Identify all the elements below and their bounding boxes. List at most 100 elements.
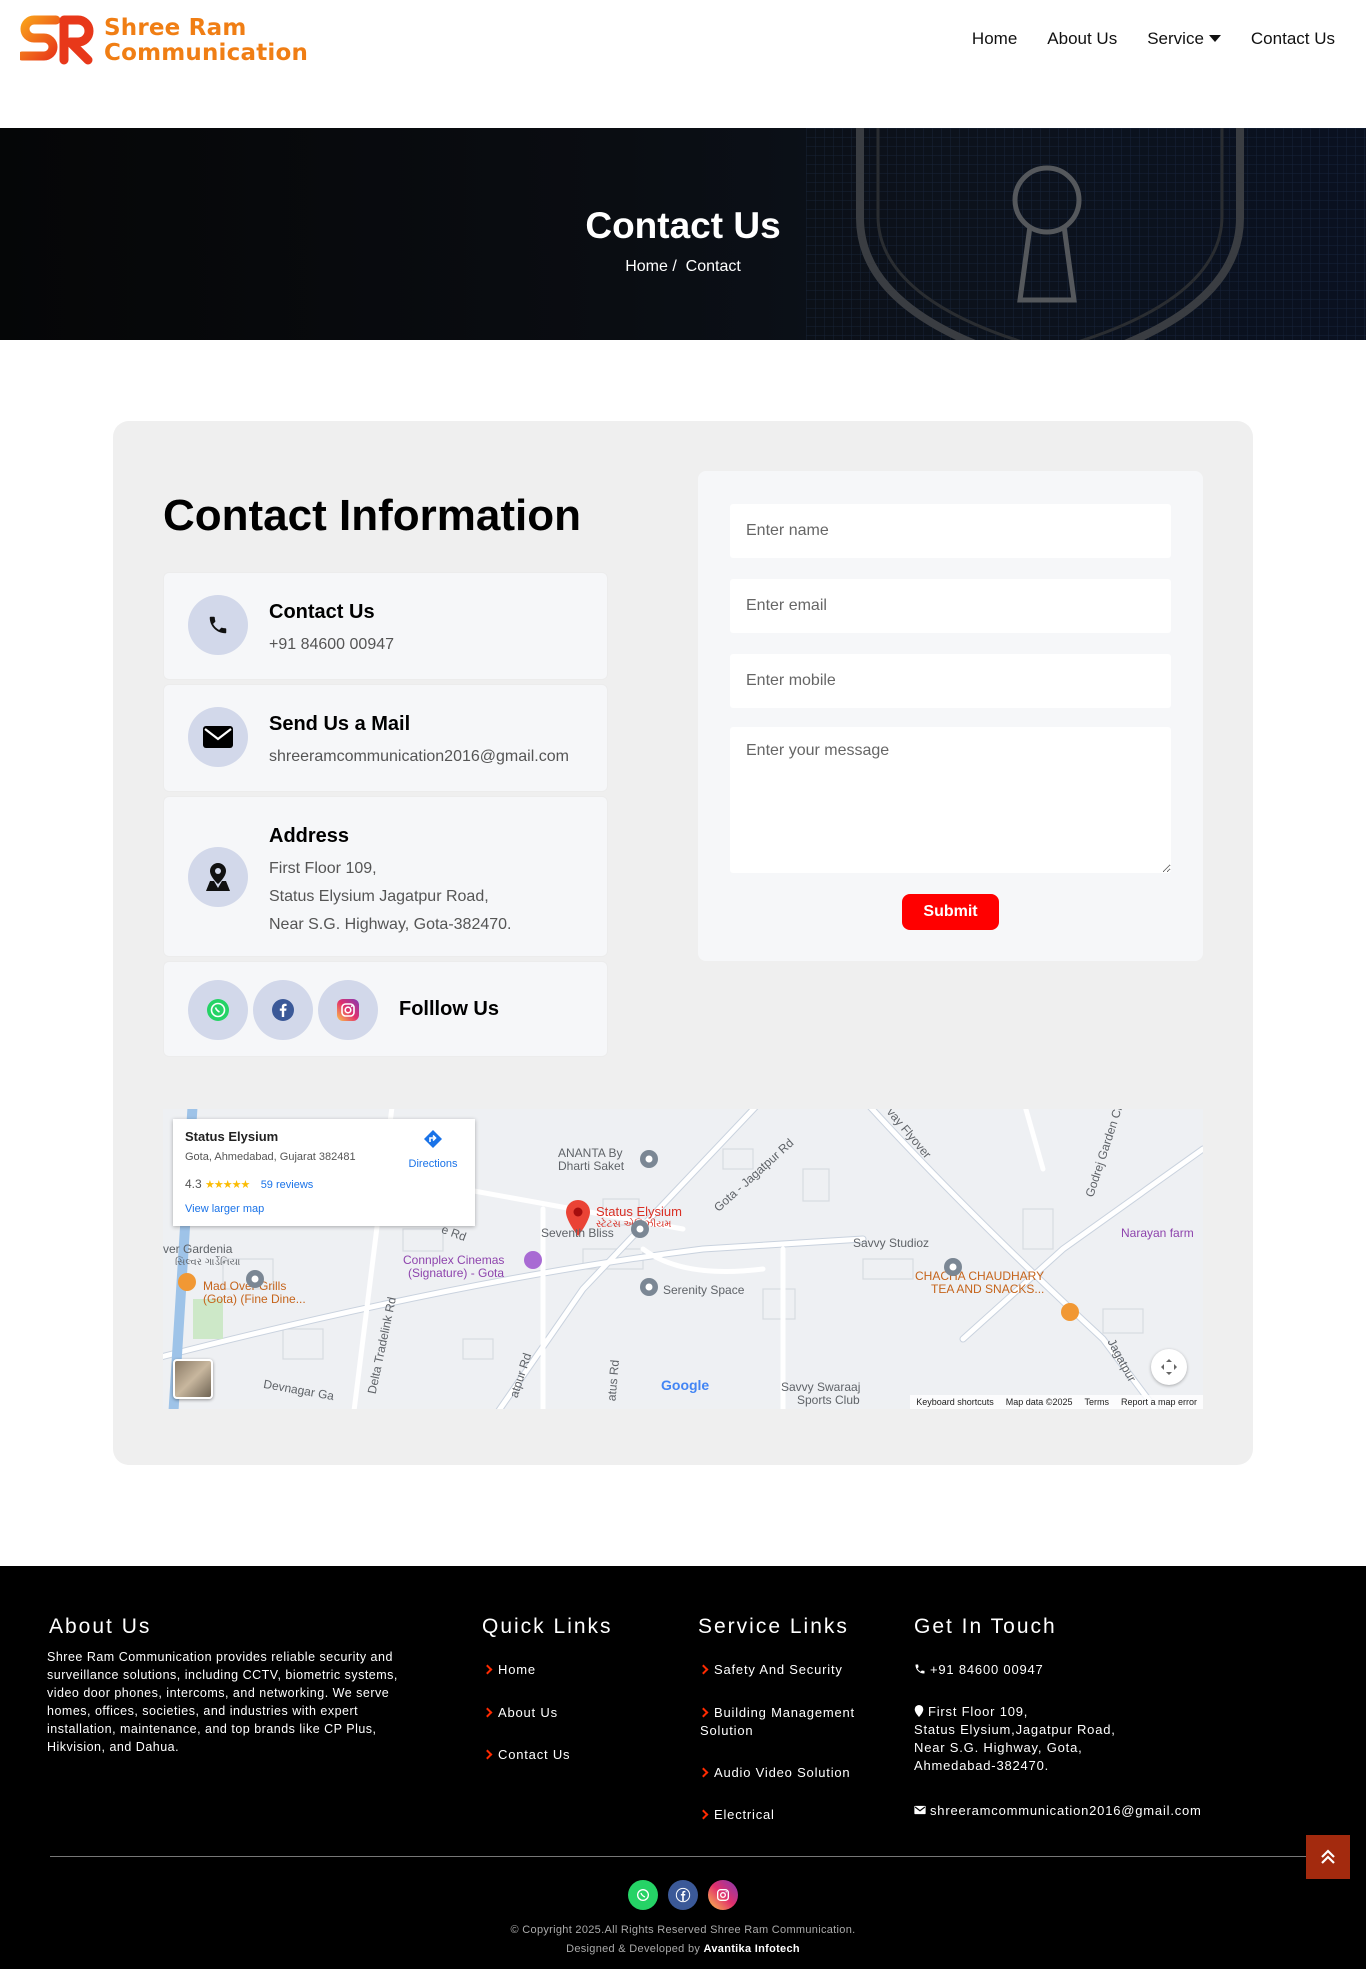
contact-form: Submit — [698, 471, 1203, 961]
breadcrumb: Home / Contact — [0, 258, 1366, 276]
brand-name: Shree Ram Communication — [104, 16, 308, 66]
phone-number[interactable]: +91 84600 00947 — [269, 631, 394, 659]
phone-icon — [915, 1664, 925, 1674]
mail-card-title: Send Us a Mail — [269, 713, 411, 735]
copyright-text: © Copyright 2025.All Rights Reserved Shr… — [510, 1924, 856, 1936]
chevron-right-icon — [698, 1664, 709, 1675]
footer-link-home-label: Home — [498, 1662, 536, 1677]
fullscreen-icon — [1161, 1359, 1177, 1375]
footer-whatsapp-button[interactable] — [628, 1880, 658, 1910]
nav-about[interactable]: About Us — [1047, 29, 1117, 49]
chevron-right-icon — [482, 1707, 493, 1718]
instagram-icon — [337, 999, 359, 1021]
footer-divider — [50, 1856, 1312, 1857]
instagram-icon — [717, 1889, 729, 1901]
footer-service-audio-label: Audio Video Solution — [714, 1765, 851, 1780]
footer-service-audio[interactable]: Audio Video Solution — [698, 1764, 851, 1782]
scroll-to-top-button[interactable] — [1306, 1835, 1350, 1879]
footer-touch-heading: Get In Touch — [914, 1615, 1057, 1638]
whatsapp-icon — [637, 1889, 649, 1901]
location-map[interactable]: Status Elysium Gota, Ahmedabad, Gujarat … — [163, 1109, 1203, 1409]
brand-logo[interactable]: Shree Ram Communication — [20, 10, 308, 70]
map-marker-icon — [914, 1705, 924, 1717]
contact-section: Contact Information Contact Us +91 84600… — [113, 421, 1253, 1465]
logo-mark-icon — [20, 15, 94, 65]
mail-card: Send Us a Mail shreeramcommunication2016… — [163, 684, 608, 792]
footer-phone[interactable]: +91 84600 00947 — [914, 1661, 1044, 1679]
name-input[interactable] — [730, 504, 1171, 558]
footer-link-home[interactable]: Home — [482, 1661, 536, 1679]
whatsapp-icon — [207, 999, 229, 1021]
keyboard-shortcuts-link[interactable]: Keyboard shortcuts — [916, 1397, 994, 1407]
footer-about-heading: About Us — [49, 1615, 152, 1638]
designed-by-prefix: Designed & Developed by — [566, 1943, 701, 1955]
whatsapp-button[interactable] — [188, 980, 248, 1040]
google-logo: Google — [661, 1377, 710, 1393]
chevron-right-icon — [698, 1767, 709, 1778]
footer-address: First Floor 109, Status Elysium,Jagatpur… — [914, 1703, 1116, 1775]
footer-service-building-label-2: Solution — [700, 1723, 754, 1738]
brand-line-1: Shree Ram — [104, 15, 247, 41]
chevron-right-icon — [698, 1809, 709, 1820]
address-icon-circle — [188, 847, 248, 907]
mobile-input[interactable] — [730, 654, 1171, 708]
site-footer: About Us Shree Ram Communication provide… — [0, 1566, 1366, 1969]
footer-phone-text: +91 84600 00947 — [930, 1662, 1044, 1677]
footer-facebook-button[interactable] — [668, 1880, 698, 1910]
follow-card: Folllow Us — [163, 961, 608, 1057]
map-attribution: Keyboard shortcuts Map data ©2025 Terms … — [910, 1395, 1203, 1409]
mail-icon-circle — [188, 707, 248, 767]
terms-link[interactable]: Terms — [1084, 1397, 1109, 1407]
address-line-2: Status Elysium Jagatpur Road, — [269, 888, 489, 905]
phone-icon-circle — [188, 595, 248, 655]
main-nav: Home About Us Service Contact Us — [972, 29, 1335, 49]
report-map-error-link[interactable]: Report a map error — [1121, 1397, 1197, 1407]
brand-line-2: Communication — [104, 40, 309, 66]
footer-service-building[interactable]: Building Management Solution — [698, 1704, 855, 1740]
footer-email[interactable]: shreeramcommunication2016@gmail.com — [914, 1802, 1202, 1820]
address-card-title: Address — [269, 825, 350, 847]
footer-address-line-2: Status Elysium,Jagatpur Road, — [914, 1722, 1116, 1737]
footer-service-electrical-label: Electrical — [714, 1807, 775, 1822]
map-satellite-toggle[interactable] — [173, 1359, 213, 1399]
caret-down-icon — [1208, 35, 1221, 42]
footer-link-about[interactable]: About Us — [482, 1704, 558, 1722]
page-banner: Contact Us Home / Contact — [0, 128, 1366, 340]
message-textarea[interactable] — [730, 727, 1171, 873]
map-fullscreen-button[interactable] — [1151, 1349, 1187, 1385]
nav-service-label: Service — [1147, 29, 1204, 48]
footer-address-line-1: First Floor 109, — [928, 1704, 1029, 1719]
map-poi-icons — [178, 1150, 1079, 1321]
address-line-3: Near S.G. Highway, Gota-382470. — [269, 916, 512, 933]
facebook-button[interactable] — [253, 980, 313, 1040]
contact-info-heading: Contact Information — [163, 491, 581, 540]
footer-instagram-button[interactable] — [708, 1880, 738, 1910]
facebook-icon — [272, 999, 294, 1021]
map-data-text: Map data ©2025 — [1005, 1397, 1073, 1407]
footer-email-text: shreeramcommunication2016@gmail.com — [930, 1803, 1202, 1818]
nav-contact[interactable]: Contact Us — [1251, 29, 1335, 49]
designer-link[interactable]: Avantika Infotech — [704, 1943, 800, 1955]
nav-service[interactable]: Service — [1147, 29, 1221, 49]
footer-about-text: Shree Ram Communication provides reliabl… — [47, 1650, 398, 1754]
footer-link-contact[interactable]: Contact Us — [482, 1746, 570, 1764]
footer-address-line-3: Near S.G. Highway, Gota, — [914, 1740, 1083, 1755]
chevron-right-icon — [482, 1664, 493, 1675]
footer-service-safety[interactable]: Safety And Security — [698, 1661, 843, 1679]
instagram-button[interactable] — [318, 980, 378, 1040]
mail-address[interactable]: shreeramcommunication2016@gmail.com — [269, 743, 569, 771]
site-header: Shree Ram Communication Home About Us Se… — [0, 0, 1366, 128]
footer-service-building-label: Building Management — [714, 1705, 855, 1720]
footer-service-safety-label: Safety And Security — [714, 1662, 843, 1677]
footer-service-electrical[interactable]: Electrical — [698, 1806, 775, 1824]
address-line-1: First Floor 109, — [269, 860, 377, 877]
breadcrumb-home[interactable]: Home / — [625, 258, 677, 275]
email-input[interactable] — [730, 579, 1171, 633]
footer-quick-heading: Quick Links — [482, 1615, 613, 1638]
submit-button[interactable]: Submit — [902, 894, 999, 930]
nav-home[interactable]: Home — [972, 29, 1017, 49]
phone-card-title: Contact Us — [269, 601, 375, 623]
phone-card: Contact Us +91 84600 00947 — [163, 572, 608, 680]
breadcrumb-current: Contact — [685, 258, 741, 275]
envelope-icon — [203, 726, 233, 748]
